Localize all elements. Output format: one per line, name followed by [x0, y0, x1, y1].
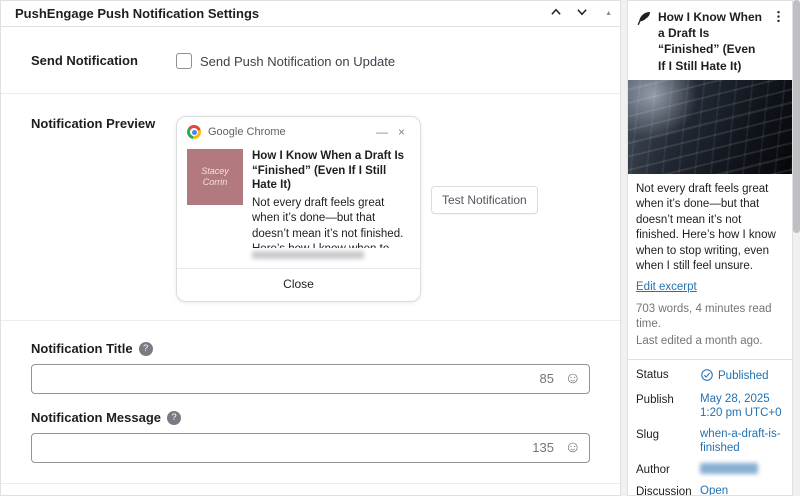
- move-up-button[interactable]: [543, 3, 569, 25]
- slug-value[interactable]: when-a-draft-is-finished: [700, 428, 784, 456]
- meta-row-discussion: Discussion Open: [636, 485, 784, 496]
- notification-message-label: Notification Message: [31, 410, 161, 425]
- meta-row-publish: Publish May 28, 2025 1:20 pm UTC+0: [636, 393, 784, 421]
- chevron-up-icon: [547, 3, 565, 24]
- last-edited: Last edited a month ago.: [636, 334, 784, 349]
- notification-message-input[interactable]: [31, 433, 590, 463]
- redacted-author-name: [700, 463, 758, 474]
- scrollbar-thumb[interactable]: [793, 0, 800, 233]
- send-notification-checkbox-group: Send Push Notification on Update: [176, 53, 395, 69]
- edit-excerpt-link[interactable]: Edit excerpt: [636, 281, 697, 293]
- notification-title-input-wrap: 85 ☺: [31, 364, 590, 394]
- notification-preview-body: Not every draft feels great when it’s do…: [252, 196, 410, 248]
- title-char-counter: 85: [540, 371, 554, 386]
- preview-card-body: Stacey Corrin How I Know When a Draft Is…: [177, 145, 420, 268]
- preview-close-button[interactable]: Close: [177, 268, 420, 301]
- notification-title-label-row: Notification Title ?: [31, 341, 590, 356]
- notification-preview-row: Notification Preview Google Chrome — × S…: [1, 94, 620, 321]
- notification-text-column: How I Know When a Draft Is “Finished” (E…: [252, 149, 410, 264]
- send-notification-row: Send Notification Send Push Notification…: [1, 27, 620, 94]
- meta-row-status: Status Published: [636, 368, 784, 387]
- emoji-picker-icon[interactable]: ☺: [565, 368, 581, 390]
- quill-icon: [636, 10, 652, 31]
- help-icon[interactable]: ?: [167, 411, 181, 425]
- check-circle-icon: [700, 368, 714, 387]
- publish-value[interactable]: May 28, 2025 1:20 pm UTC+0: [700, 393, 784, 421]
- discussion-value[interactable]: Open: [700, 485, 784, 496]
- preview-card-header: Google Chrome — ×: [177, 117, 420, 145]
- panel-header: PushEngage Push Notification Settings ▲: [1, 1, 620, 27]
- post-sidebar: How I Know When a Draft Is “Finished” (E…: [627, 0, 793, 496]
- meta-row-slug: Slug when-a-draft-is-finished: [636, 428, 784, 456]
- author-value[interactable]: [700, 463, 784, 479]
- status-label: Status: [636, 368, 700, 387]
- sidebar-header: How I Know When a Draft Is “Finished” (E…: [628, 1, 792, 80]
- browser-name: Google Chrome: [208, 126, 371, 138]
- notification-title-label: Notification Title: [31, 341, 133, 356]
- test-notification-button[interactable]: Test Notification: [431, 186, 538, 214]
- post-meta-summary: 703 words, 4 minutes read time. Last edi…: [628, 295, 792, 360]
- close-icon[interactable]: ×: [393, 125, 410, 139]
- notification-message-input-wrap: 135 ☺: [31, 433, 590, 463]
- large-image-row: Large Image: [1, 484, 620, 495]
- panel-title: PushEngage Push Notification Settings: [15, 6, 543, 21]
- send-push-checkbox-label: Send Push Notification on Update: [200, 54, 395, 69]
- pushengage-settings-panel: PushEngage Push Notification Settings ▲ …: [0, 0, 621, 496]
- notification-message-label-row: Notification Message ?: [31, 410, 590, 425]
- notification-avatar: Stacey Corrin: [187, 149, 243, 205]
- notification-preview-label: Notification Preview: [31, 116, 176, 131]
- notification-preview-title: How I Know When a Draft Is “Finished” (E…: [252, 149, 410, 193]
- chevron-down-icon: [573, 3, 591, 24]
- scrollbar-up-arrow-icon[interactable]: ▲: [605, 10, 612, 17]
- author-label: Author: [636, 463, 700, 479]
- post-excerpt: Not every draft feels great when it’s do…: [628, 174, 792, 275]
- status-text: Published: [718, 370, 769, 384]
- discussion-label: Discussion: [636, 485, 700, 496]
- redacted-site-url: [252, 251, 364, 259]
- help-icon[interactable]: ?: [139, 342, 153, 356]
- status-value[interactable]: Published: [700, 368, 784, 387]
- publish-label: Publish: [636, 393, 700, 421]
- panel-body: Send Notification Send Push Notification…: [1, 27, 620, 495]
- page-scrollbar[interactable]: [793, 0, 800, 496]
- emoji-picker-icon[interactable]: ☺: [565, 437, 581, 459]
- meta-row-author: Author: [636, 463, 784, 479]
- slug-label: Slug: [636, 428, 700, 456]
- minimize-icon[interactable]: —: [371, 125, 393, 139]
- featured-image[interactable]: [628, 80, 792, 174]
- kebab-menu-icon[interactable]: [769, 9, 788, 27]
- avatar-text-line2: Corrin: [203, 177, 228, 188]
- notification-title-input[interactable]: [31, 364, 590, 394]
- avatar-text-line1: Stacey: [201, 166, 229, 177]
- word-count: 703 words, 4 minutes read time.: [636, 302, 784, 332]
- notification-preview-card: Google Chrome — × Stacey Corrin How I Kn…: [176, 116, 421, 302]
- post-meta-table: Status Published Publish May 28, 2025 1:…: [628, 360, 792, 496]
- notification-title-block: Notification Title ? 85 ☺: [1, 321, 620, 394]
- post-title: How I Know When a Draft Is “Finished” (E…: [658, 9, 763, 74]
- send-notification-label: Send Notification: [31, 53, 176, 68]
- message-char-counter: 135: [532, 440, 554, 455]
- send-push-checkbox[interactable]: [176, 53, 192, 69]
- move-down-button[interactable]: [569, 3, 595, 25]
- notification-message-block: Notification Message ? 135 ☺: [1, 394, 620, 484]
- chrome-browser-icon: [187, 125, 201, 139]
